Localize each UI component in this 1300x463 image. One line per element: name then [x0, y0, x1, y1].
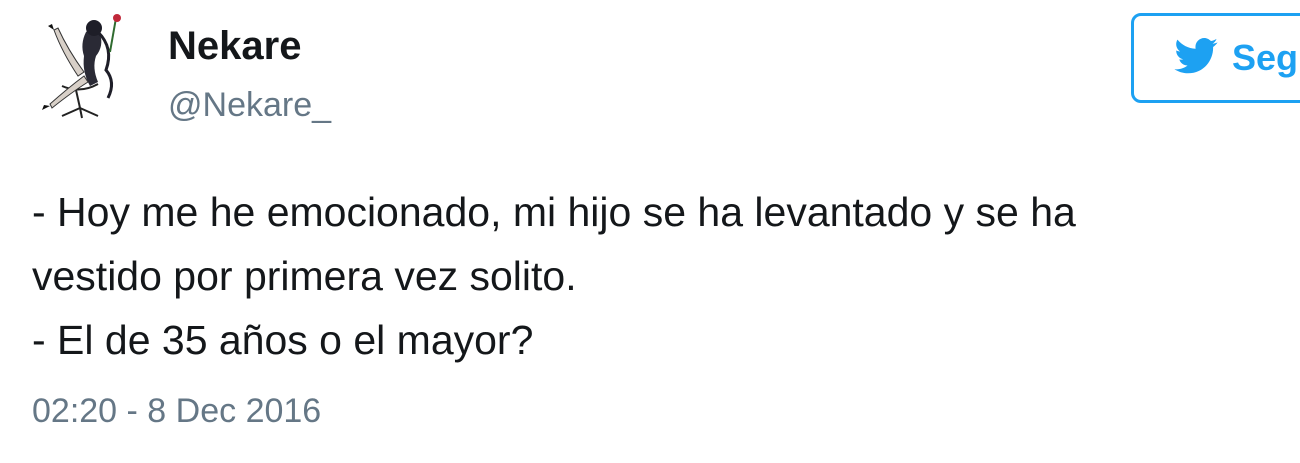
follow-button-label: Seg: [1232, 37, 1299, 78]
tweet-text: - Hoy me he emocionado, mi hijo se ha le…: [32, 180, 1272, 372]
display-name[interactable]: Nekare: [168, 22, 301, 70]
twitter-bird-icon: [1174, 37, 1218, 79]
tweet-line: - Hoy me he emocionado, mi hijo se ha le…: [32, 189, 1076, 235]
avatar[interactable]: [32, 12, 144, 122]
tweet-line: - El de 35 años o el mayor?: [32, 317, 534, 363]
tweet-timestamp[interactable]: 02:20 - 8 Dec 2016: [32, 390, 321, 432]
user-handle[interactable]: @Nekare_: [168, 84, 331, 126]
tweet-line: vestido por primera vez solito.: [32, 253, 577, 299]
follow-button[interactable]: Seg: [1131, 13, 1300, 103]
